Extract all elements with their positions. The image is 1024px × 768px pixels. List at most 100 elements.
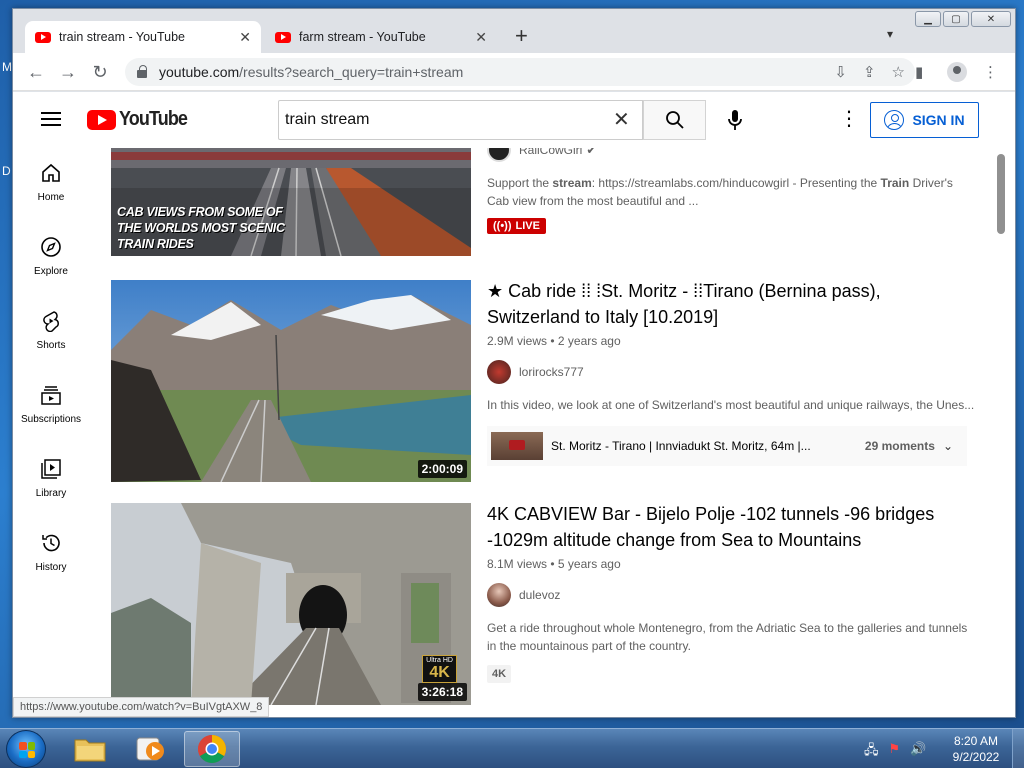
microphone-icon[interactable] — [721, 106, 749, 134]
close-tab-icon[interactable]: ✕ — [239, 29, 251, 46]
live-badge: ((•)) LIVE — [487, 218, 546, 234]
youtube-favicon-icon — [35, 31, 51, 43]
guide-item-shorts[interactable]: Shorts — [13, 296, 89, 370]
forward-arrow-icon[interactable]: → — [57, 61, 79, 83]
volume-icon[interactable]: 🔊 — [910, 741, 926, 763]
guide-label: Home — [37, 192, 65, 203]
sign-in-label: SIGN IN — [912, 112, 965, 128]
history-icon — [42, 534, 60, 552]
close-window-button[interactable]: ✕ — [971, 11, 1011, 27]
avatar — [487, 583, 511, 607]
channel-name: lorirocks777 — [519, 365, 584, 379]
taskbar-media-player[interactable] — [122, 731, 178, 767]
back-arrow-icon[interactable]: ← — [25, 61, 47, 83]
video-thumbnail[interactable]: 2:00:09 — [111, 280, 471, 482]
tab-title: farm stream - YouTube — [299, 30, 426, 44]
close-tab-icon[interactable]: ✕ — [475, 29, 487, 46]
new-tab-button[interactable]: + — [515, 25, 528, 47]
guide-item-library[interactable]: Library — [13, 444, 89, 518]
guide-label: Explore — [34, 266, 68, 277]
home-icon — [42, 163, 60, 182]
link-status-bar: https://www.youtube.com/watch?v=BuIVgtAX… — [13, 697, 270, 717]
avatar — [487, 360, 511, 384]
tab-train-stream[interactable]: train stream - YouTube ✕ — [25, 21, 261, 53]
browser-window: train stream - YouTube ✕ farm stream - Y… — [12, 8, 1016, 718]
url-host: youtube.com — [159, 64, 240, 80]
hamburger-menu-icon[interactable] — [41, 112, 61, 126]
tab-search-chevron-icon[interactable]: ▾ — [887, 27, 893, 41]
bookmark-star-icon[interactable]: ☆ — [892, 63, 905, 81]
logo-text: YouTube — [119, 108, 188, 130]
show-desktop-button[interactable] — [1012, 729, 1024, 768]
sign-in-button[interactable]: SIGN IN — [870, 102, 979, 138]
desktop-icon-label[interactable]: D — [2, 164, 11, 178]
youtube-logo[interactable]: YouTube — [87, 108, 195, 131]
video-meta: 2.9M views • 2 years ago — [487, 334, 621, 348]
video-description: In this video, we look at one of Switzer… — [487, 398, 975, 412]
key-moments-row[interactable]: St. Moritz - Tirano | Innviadukt St. Mor… — [487, 426, 967, 466]
video-info: RailCowGirl ✔ Support the stream: https:… — [487, 148, 977, 234]
minimize-button[interactable]: ▁ — [915, 11, 941, 27]
youtube-favicon-icon — [275, 31, 291, 43]
side-panel-icon[interactable]: ▮ — [915, 63, 923, 81]
channel-row[interactable]: lorirocks777 — [487, 360, 977, 384]
video-duration: 2:00:09 — [417, 460, 467, 478]
share-icon[interactable]: ⇪ — [863, 63, 876, 81]
maximize-button[interactable]: ▢ — [943, 11, 969, 27]
moment-count: 29 moments — [864, 439, 935, 453]
clock-time: 8:20 AM — [953, 734, 999, 748]
tab-farm-stream[interactable]: farm stream - YouTube ✕ — [265, 21, 497, 53]
video-title[interactable]: ★ Cab ride ⁞⁞ ⁞St. Moritz - ⁞⁞Tirano (Be… — [487, 278, 977, 330]
browser-toolbar: ← → ↻ youtube.com /results?search_query=… — [13, 53, 1015, 91]
verified-check-icon: ✔ — [586, 148, 597, 157]
action-center-flag-icon[interactable]: ⚑ — [889, 741, 901, 763]
video-description: Get a ride throughout whole Montenegro, … — [487, 621, 968, 653]
start-button[interactable] — [6, 730, 46, 768]
chevron-down-icon[interactable]: ⌄ — [943, 439, 953, 453]
guide-item-subscriptions[interactable]: Subscriptions — [13, 370, 89, 444]
channel-row[interactable]: dulevoz — [487, 583, 977, 607]
channel-name: dulevoz — [519, 588, 561, 602]
reload-icon[interactable]: ↻ — [89, 61, 111, 83]
shorts-icon — [43, 311, 59, 332]
compass-icon — [41, 237, 61, 257]
page-scrollbar[interactable] — [997, 154, 1005, 234]
channel-name: RailCowGirl — [519, 148, 583, 157]
youtube-page: YouTube train stream ✕ ⋮ SIGN IN Home Ex… — [13, 92, 1015, 717]
guide-label: Library — [35, 488, 67, 499]
clear-search-icon[interactable]: ✕ — [613, 110, 630, 130]
browser-menu-icon[interactable]: ⋮ — [983, 63, 998, 81]
video-thumbnail[interactable]: Ultra HD 4K 3:26:18 — [111, 503, 471, 705]
thumb-caption-line: CAB VIEWS FROM SOME OF — [117, 205, 283, 219]
moment-thumbnail — [491, 432, 543, 460]
avatar — [487, 148, 511, 162]
video-description: Support the stream: https://streamlabs.c… — [487, 176, 953, 208]
install-icon[interactable]: ⇩ — [834, 63, 847, 81]
taskbar-chrome[interactable] — [184, 731, 240, 767]
live-broadcast-icon: ((•)) — [493, 220, 512, 232]
user-circle-icon — [884, 110, 905, 130]
guide-item-explore[interactable]: Explore — [13, 222, 89, 296]
system-tray: 🖧 ⚑ 🔊 — [864, 741, 926, 763]
settings-kebab-icon[interactable]: ⋮ — [839, 109, 859, 129]
youtube-play-icon — [87, 109, 116, 130]
channel-row[interactable]: RailCowGirl ✔ — [487, 148, 977, 162]
guide-item-history[interactable]: History — [13, 518, 89, 592]
video-info: ★ Cab ride ⁞⁞ ⁞St. Moritz - ⁞⁞Tirano (Be… — [487, 278, 977, 466]
yt-header: YouTube train stream ✕ ⋮ SIGN IN — [13, 92, 1015, 148]
address-bar[interactable]: youtube.com /results?search_query=train+… — [125, 58, 915, 86]
profile-avatar[interactable] — [947, 62, 967, 82]
network-icon[interactable]: 🖧 — [864, 741, 879, 763]
search-button[interactable] — [643, 100, 706, 140]
thumb-caption-line: THE WORLDS MOST SCENIC — [117, 221, 285, 235]
taskbar-explorer[interactable] — [62, 731, 118, 767]
lock-icon — [137, 65, 147, 78]
chrome-icon — [198, 735, 226, 763]
guide-item-home[interactable]: Home — [13, 148, 89, 222]
desktop-icon-label[interactable]: M — [2, 60, 12, 74]
search-input[interactable]: train stream — [278, 100, 643, 140]
video-title[interactable]: 4K CABVIEW Bar - Bijelo Polje -102 tunne… — [487, 501, 977, 553]
system-clock[interactable]: 8:20 AM 9/2/2022 — [948, 733, 1004, 765]
video-thumbnail[interactable]: CAB VIEWS FROM SOME OF THE WORLDS MOST S… — [111, 148, 471, 256]
video-duration: 3:26:18 — [417, 683, 467, 701]
